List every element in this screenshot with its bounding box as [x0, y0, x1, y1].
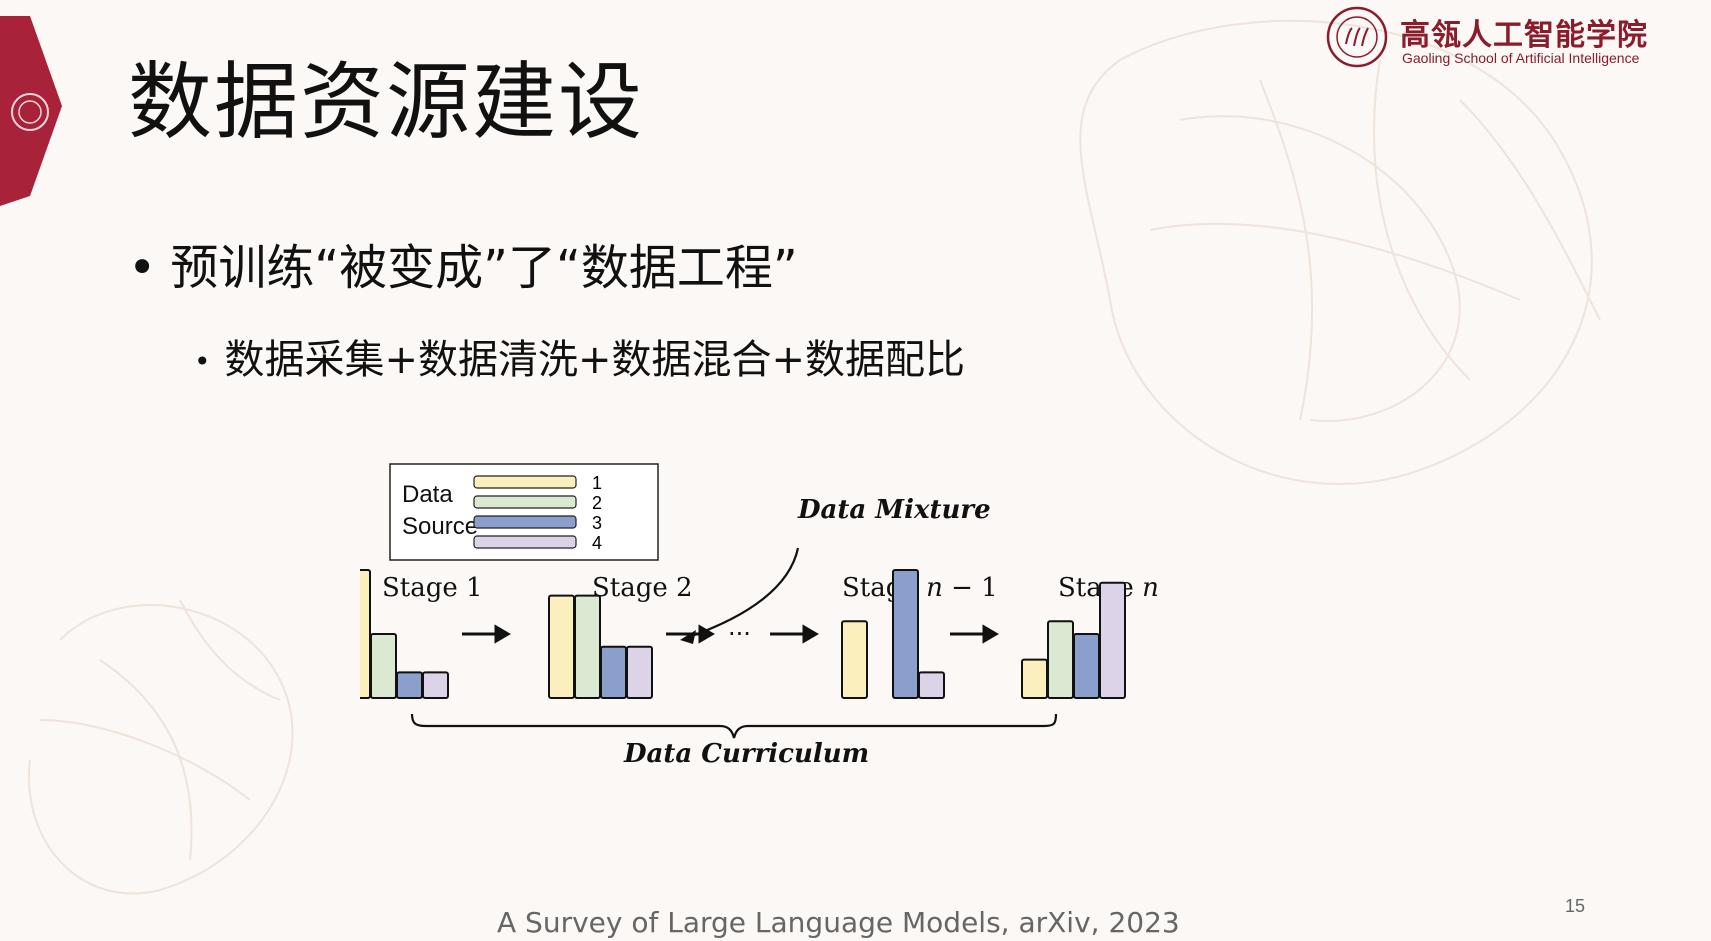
curriculum-brace: [410, 713, 1058, 739]
bullet-level-1: • 预训练“被变成”了“数据工程”: [128, 244, 798, 292]
stage-2-bar-2: [574, 594, 601, 700]
legend-swatch-1: [473, 475, 577, 489]
stage-n-1-bar-4: [918, 671, 945, 699]
stage-n-bar-1: [1021, 658, 1048, 700]
legend-title-line2: Source: [402, 513, 478, 540]
bullet-level-2: • 数据采集+数据清洗+数据混合+数据配比: [194, 340, 965, 380]
bullet-dot: •: [194, 345, 211, 378]
data-mixture-label: Data Mixture: [797, 495, 991, 525]
bullet-level-2-text: 数据采集+数据清洗+数据混合+数据配比: [224, 337, 966, 383]
left-accent-tab: [0, 16, 62, 206]
stage-n-bar-2: [1047, 620, 1074, 699]
stage-1-bar-3: [396, 671, 423, 699]
bullet-dot: •: [128, 240, 157, 296]
legend-title-line1: Data: [402, 481, 453, 508]
legend-label-1: 1: [592, 473, 602, 493]
stage-n-bar-4: [1099, 581, 1126, 699]
stage-ellipsis: ···: [728, 620, 751, 648]
page-number: 15: [1565, 896, 1586, 916]
data-curriculum-label: Data Curriculum: [623, 739, 869, 769]
legend-swatch-4: [473, 535, 577, 549]
stage-2-bar-4: [626, 645, 653, 700]
stage-1-bar-4: [422, 671, 449, 699]
stage-n-bar-3: [1073, 633, 1100, 699]
stage-2-label: Stage 2: [592, 573, 693, 603]
institution-logo: 高瓴人工智能学院 Gaoling School of Artificial In…: [1326, 6, 1666, 74]
source-citation: A Survey of Large Language Models, arXiv…: [497, 906, 1180, 939]
stage-1-label: Stage 1: [382, 573, 483, 603]
stage-1-bar-1: [360, 569, 371, 699]
bullet-level-1-text: 预训练“被变成”了“数据工程”: [170, 240, 798, 296]
stage-n-1-bar-1: [841, 620, 868, 699]
stage-n-1-label: Stage n − 1: [842, 573, 998, 603]
slide-title: 数据资源建设: [128, 53, 645, 151]
stage-n-1-bar-3: [892, 569, 919, 699]
legend-label-2: 2: [592, 493, 602, 513]
stage-1-bar-2: [370, 633, 397, 699]
data-curriculum-diagram: Data Source 1234 Data Mixture Stage 1 St…: [360, 463, 1159, 769]
data-mixture-arrowhead: [680, 630, 696, 644]
stage-2-bar-3: [600, 645, 627, 700]
stage-2-bar-1: [548, 594, 575, 700]
logo-english-name: Gaoling School of Artificial Intelligenc…: [1402, 50, 1640, 66]
university-seal-icon: [1326, 6, 1388, 68]
legend-label-4: 4: [592, 533, 602, 553]
legend-swatch-3: [473, 515, 577, 529]
logo-chinese-name: 高瓴人工智能学院: [1400, 18, 1648, 53]
legend-label-3: 3: [592, 513, 602, 533]
legend-swatch-2: [473, 495, 577, 509]
